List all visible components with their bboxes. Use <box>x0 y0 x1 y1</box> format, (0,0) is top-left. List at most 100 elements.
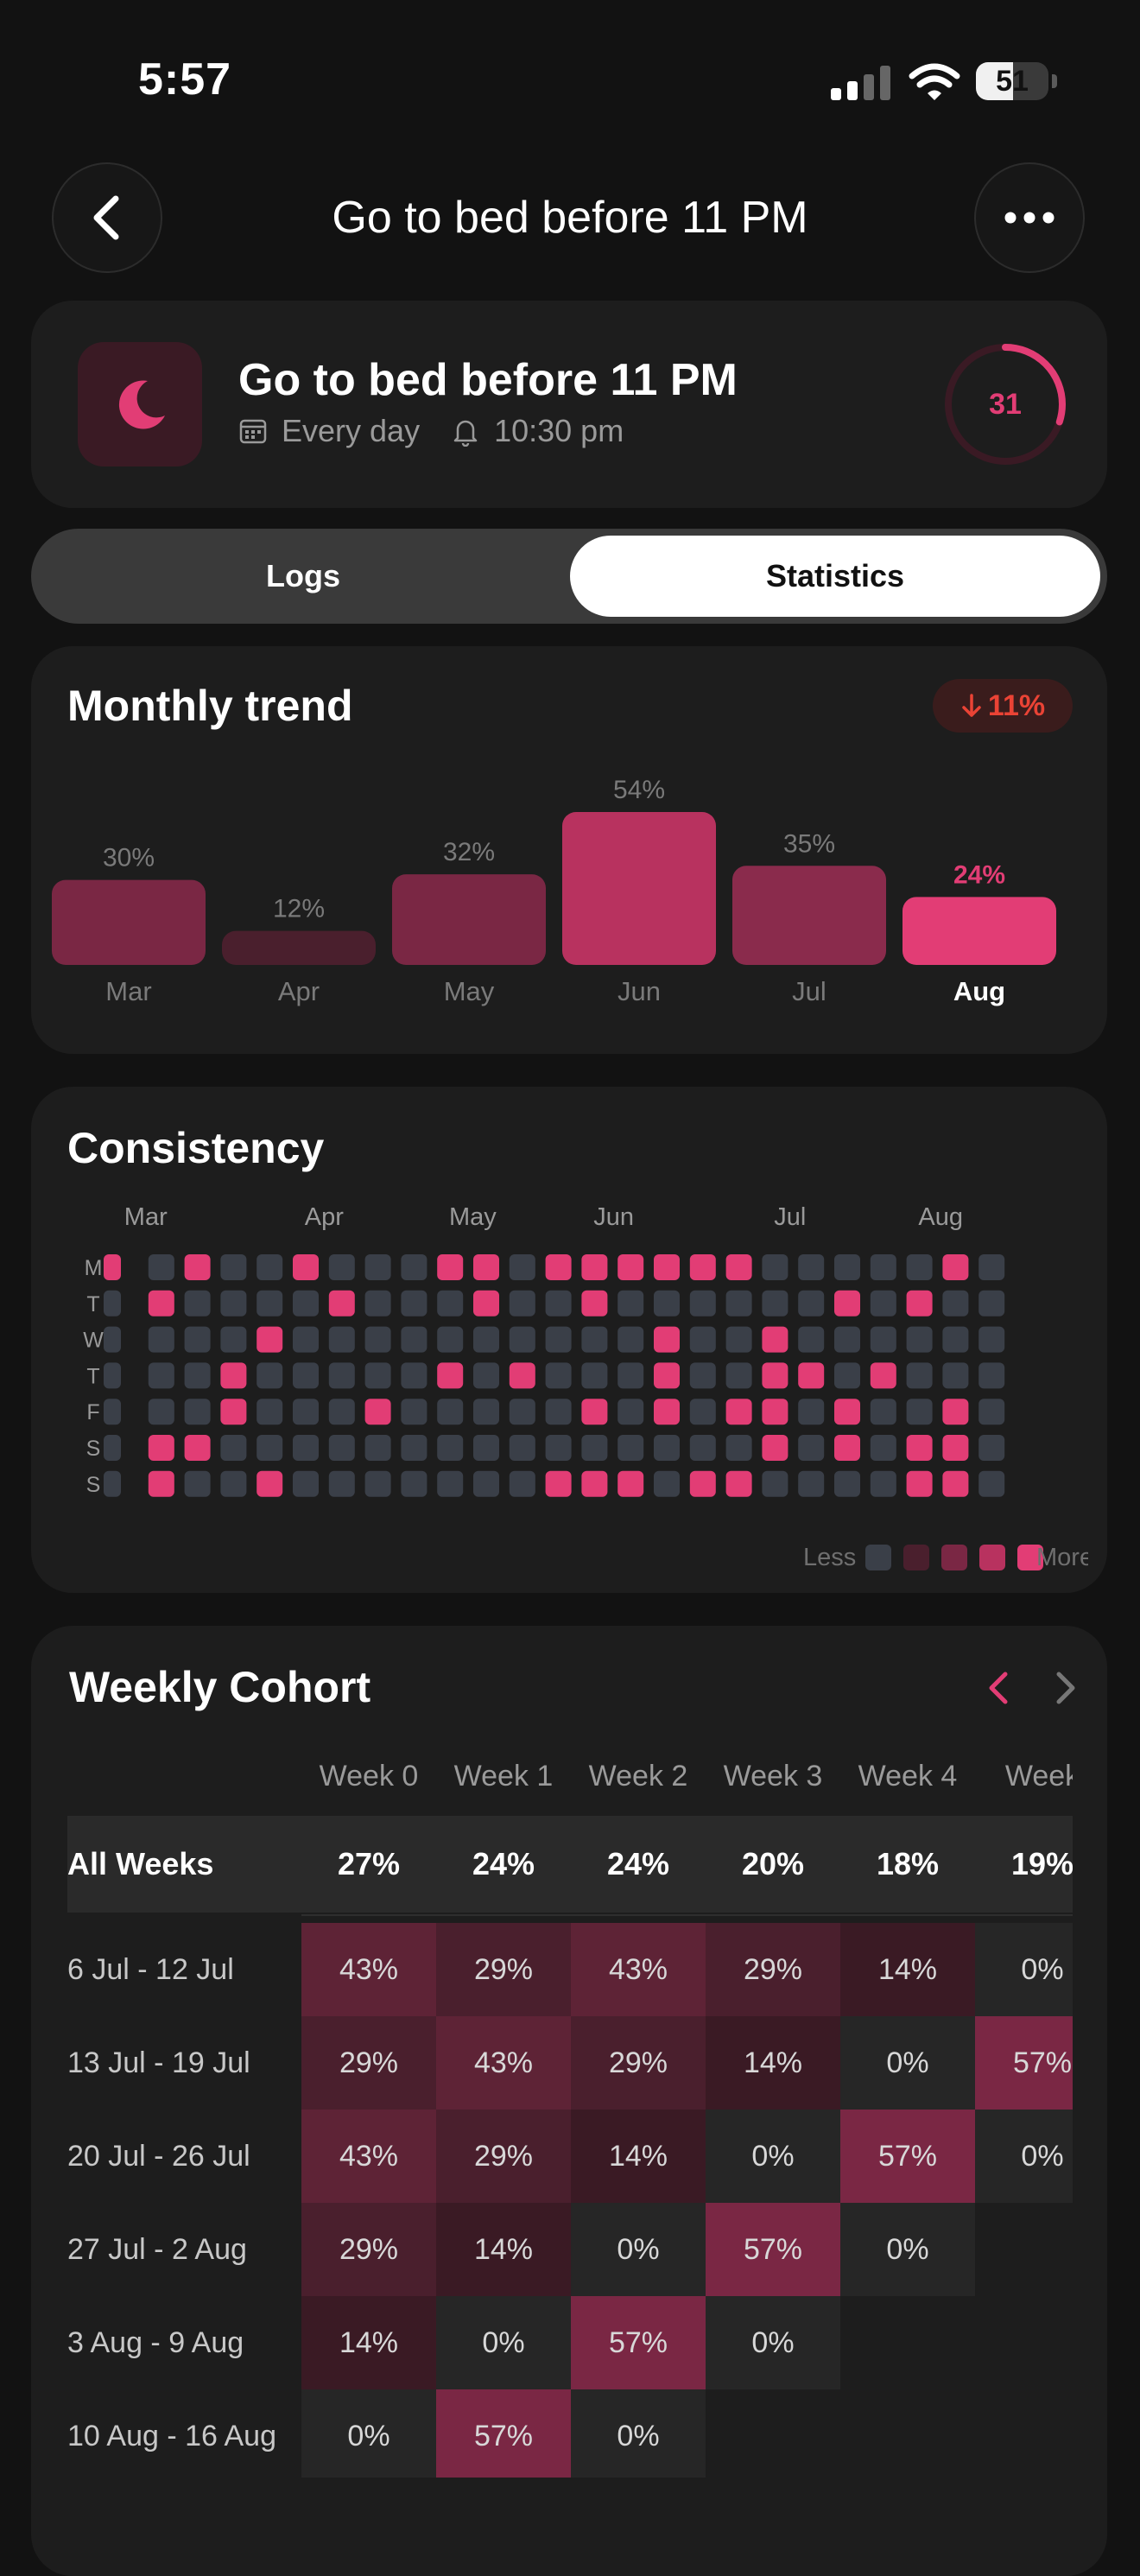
heatmap-cell <box>184 1290 211 1317</box>
bar-value-label: 12% <box>273 895 325 923</box>
heatmap-cell <box>762 1470 788 1497</box>
heatmap-cell <box>509 1399 535 1425</box>
cohort-all-weeks-value: 20% <box>741 1846 805 1881</box>
trend-badge: 11% <box>933 679 1073 733</box>
heatmap-cell <box>293 1326 319 1353</box>
heatmap-cell <box>220 1399 247 1425</box>
wifi-icon <box>909 63 960 100</box>
heatmap-cell <box>437 1470 464 1497</box>
bar-value-label: 35% <box>783 829 835 858</box>
heatmap-cell <box>545 1254 572 1280</box>
consistency-title: Consistency <box>67 1124 325 1172</box>
cohort-cell: 0% <box>571 2203 706 2296</box>
heatmap-cell <box>256 1399 283 1425</box>
heatmap-cell <box>364 1470 391 1497</box>
heatmap-cell <box>184 1362 211 1389</box>
cohort-cell: 29% <box>571 2016 706 2110</box>
bar-may <box>392 874 546 965</box>
heatmap-cell <box>870 1290 896 1317</box>
heatmap-cell <box>581 1435 608 1461</box>
heatmap-cell <box>364 1290 391 1317</box>
heatmap-cell <box>473 1435 499 1461</box>
heatmap-cell <box>798 1399 825 1425</box>
cohort-cell: 43% <box>301 2110 436 2203</box>
heatmap-cell <box>689 1435 716 1461</box>
chevron-right-icon <box>1056 1672 1075 1704</box>
cohort-cell: 14% <box>301 2296 436 2389</box>
cohort-column-header: Week <box>1004 1760 1073 1792</box>
heatmap-cell <box>870 1254 896 1280</box>
cohort-cell: 29% <box>301 2203 436 2296</box>
legend-swatch <box>941 1545 967 1570</box>
cohort-all-weeks-value: 18% <box>876 1846 940 1881</box>
heatmap-cell <box>220 1362 247 1389</box>
heatmap-cell <box>328 1435 355 1461</box>
heatmap-cell <box>654 1326 680 1353</box>
heatmap-cell <box>978 1470 1005 1497</box>
heatmap-cell <box>942 1290 969 1317</box>
cohort-cell: 29% <box>706 1923 840 2016</box>
heatmap-cell <box>654 1470 680 1497</box>
heatmap-cell <box>725 1326 752 1353</box>
heatmap-cell <box>293 1470 319 1497</box>
heatmap-cell <box>220 1435 247 1461</box>
heatmap-cell <box>618 1254 644 1280</box>
heatmap-cell <box>256 1435 283 1461</box>
heatmap-cell <box>220 1326 247 1353</box>
heatmap-cell <box>437 1435 464 1461</box>
heatmap-month-label: Jul <box>774 1203 806 1231</box>
heatmap-day-label: M <box>85 1256 103 1280</box>
cohort-cell: 57% <box>571 2296 706 2389</box>
heatmap-cell <box>978 1362 1005 1389</box>
cohort-cell: 0% <box>840 2203 975 2296</box>
heatmap-cell <box>618 1399 644 1425</box>
bar-aug <box>902 897 1056 965</box>
heatmap-cell <box>148 1470 174 1497</box>
heatmap-cell <box>581 1399 608 1425</box>
heatmap-cell <box>618 1362 644 1389</box>
heatmap-cell <box>293 1399 319 1425</box>
cohort-cell: 0% <box>840 2016 975 2110</box>
heatmap-cell <box>148 1254 174 1280</box>
more-options-button[interactable] <box>974 162 1085 273</box>
heatmap-cell <box>104 1254 121 1280</box>
heatmap-cell <box>148 1290 174 1317</box>
heatmap-cell <box>906 1254 933 1280</box>
cohort-all-weeks-value: 24% <box>472 1846 535 1881</box>
heatmap-cell <box>184 1470 211 1497</box>
legend-less-label: Less <box>803 1544 856 1571</box>
cohort-previous-button[interactable] <box>981 1669 1019 1707</box>
heatmap-cell <box>184 1326 211 1353</box>
heatmap-cell <box>581 1362 608 1389</box>
heatmap-cell <box>581 1470 608 1497</box>
heatmap-cell <box>978 1399 1005 1425</box>
heatmap-cell <box>906 1290 933 1317</box>
heatmap-cell <box>654 1362 680 1389</box>
heatmap-cell <box>148 1435 174 1461</box>
bar-apr <box>222 930 376 965</box>
heatmap-cell <box>256 1326 283 1353</box>
heatmap-cell <box>104 1362 121 1389</box>
heatmap-cell <box>725 1470 752 1497</box>
tab-logs[interactable]: Logs <box>31 529 575 624</box>
cohort-row-label: 27 Jul - 2 Aug <box>67 2233 247 2266</box>
heatmap-cell <box>401 1470 428 1497</box>
heatmap-cell <box>220 1290 247 1317</box>
heatmap-cell <box>401 1326 428 1353</box>
heatmap-cell <box>798 1435 825 1461</box>
heatmap-cell <box>184 1254 211 1280</box>
heatmap-cell <box>256 1290 283 1317</box>
heatmap-cell <box>870 1326 896 1353</box>
tab-statistics[interactable]: Statistics <box>570 536 1100 617</box>
heatmap-cell <box>364 1399 391 1425</box>
heatmap-cell <box>834 1362 860 1389</box>
heatmap-cell <box>545 1470 572 1497</box>
heatmap-cell <box>689 1399 716 1425</box>
cohort-next-button[interactable] <box>1045 1669 1083 1707</box>
x-tick-label: May <box>444 976 495 1006</box>
heatmap-cell <box>725 1399 752 1425</box>
cohort-row-label: 13 Jul - 19 Jul <box>67 2046 250 2079</box>
heatmap-cell <box>104 1435 121 1461</box>
status-time: 5:57 <box>138 54 232 105</box>
cohort-cell: 43% <box>301 1923 436 2016</box>
